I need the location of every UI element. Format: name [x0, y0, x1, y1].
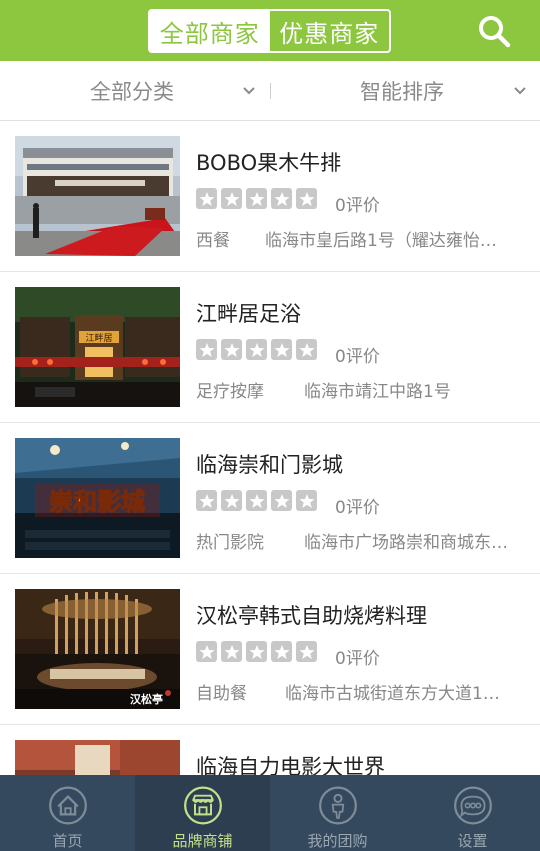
review-count: 0评价	[335, 498, 380, 518]
merchant-name: 江畔居足浴	[196, 302, 301, 326]
filter-bar: 全部分类 智能排序	[0, 61, 540, 121]
star-icon	[196, 490, 217, 511]
star-icon	[246, 490, 267, 511]
review-count: 0评价	[335, 347, 380, 367]
star-icon	[221, 490, 242, 511]
review-count: 0评价	[335, 196, 380, 216]
merchant-name: 临海崇和门影城	[196, 453, 343, 477]
list-item[interactable]: 崇和影城 临海崇和门影城 0评价 热门影院 临海市广场路崇和商城东…	[0, 423, 540, 574]
tab-home-label: 首页	[52, 832, 83, 850]
tab-settings[interactable]: 设置	[405, 775, 540, 851]
merchant-list: BOBO果木牛排 0评价 西餐 临海市皇后路1号（耀达雍怡… 江畔居 江畔居足浴…	[0, 121, 540, 851]
star-icon	[246, 188, 267, 209]
merchant-address: 临海市靖江中路1号	[304, 382, 451, 402]
tab-discount-merchants[interactable]: 优惠商家	[270, 11, 390, 51]
merchant-address: 临海市古城街道东方大道1…	[285, 684, 500, 704]
category-filter[interactable]: 全部分类	[90, 61, 174, 121]
star-icon	[221, 641, 242, 662]
tab-all-merchants[interactable]: 全部商家	[150, 11, 270, 51]
merchant-category: 自助餐	[196, 684, 247, 704]
sort-filter[interactable]: 智能排序	[360, 61, 444, 121]
review-count: 0评价	[335, 649, 380, 669]
star-icon	[221, 339, 242, 360]
sign-text: 江畔居	[85, 332, 112, 344]
merchant-photo	[15, 136, 180, 256]
merchant-address: 临海市广场路崇和商城东…	[304, 533, 508, 553]
merchant-type-switch: 全部商家 优惠商家	[148, 9, 391, 53]
rating-stars	[196, 641, 317, 662]
rating-stars	[196, 490, 317, 511]
app-screen: 全部商家 优惠商家 全部分类 智能排序 BOBO果木牛排 0评价 西餐 临海市皇…	[0, 0, 540, 851]
star-icon	[271, 490, 292, 511]
list-item[interactable]: BOBO果木牛排 0评价 西餐 临海市皇后路1号（耀达雍怡…	[0, 121, 540, 272]
star-icon	[296, 188, 317, 209]
star-icon	[196, 339, 217, 360]
rating-stars	[196, 188, 317, 209]
merchant-name: 汉松亭韩式自助烧烤料理	[196, 604, 427, 628]
star-icon	[296, 339, 317, 360]
star-icon	[221, 188, 242, 209]
chevron-down-icon	[514, 87, 526, 95]
merchant-name: BOBO果木牛排	[196, 151, 342, 175]
star-icon	[246, 339, 267, 360]
merchant-category: 热门影院	[196, 533, 264, 553]
star-icon	[271, 339, 292, 360]
tab-brand-stores-label: 品牌商铺	[172, 832, 233, 850]
category-filter-label: 全部分类	[90, 80, 174, 104]
star-icon	[271, 188, 292, 209]
merchant-category: 足疗按摩	[196, 382, 264, 402]
list-item[interactable]: 汉松亭 汉松亭韩式自助烧烤料理 0评价 自助餐 临海市古城街道东方大道1…	[0, 574, 540, 725]
star-icon	[296, 490, 317, 511]
bottom-tab-bar: 首页 品牌商铺 我的团购 设置	[0, 775, 540, 851]
sign-text: 崇和影城	[49, 488, 145, 516]
filter-divider	[270, 83, 271, 99]
tab-brand-stores[interactable]: 品牌商铺	[135, 775, 270, 851]
merchant-photo: 崇和影城	[15, 438, 180, 558]
tab-settings-label: 设置	[457, 832, 488, 850]
chevron-down-icon	[243, 87, 255, 95]
sign-text: 汉松亭	[130, 692, 163, 706]
star-icon	[246, 641, 267, 662]
star-icon	[196, 188, 217, 209]
person-icon	[318, 786, 357, 825]
list-item[interactable]: 江畔居 江畔居足浴 0评价 足疗按摩 临海市靖江中路1号	[0, 272, 540, 423]
merchant-photo: 汉松亭	[15, 589, 180, 709]
star-icon	[196, 641, 217, 662]
star-icon	[296, 641, 317, 662]
merchant-address: 临海市皇后路1号（耀达雍怡…	[265, 231, 497, 251]
tab-home[interactable]: 首页	[0, 775, 135, 851]
more-icon	[453, 786, 492, 825]
merchant-photo: 江畔居	[15, 287, 180, 407]
home-icon	[48, 786, 87, 825]
tab-my-groupbuy[interactable]: 我的团购	[270, 775, 405, 851]
storefront-icon	[183, 786, 222, 825]
star-icon	[271, 641, 292, 662]
tab-my-groupbuy-label: 我的团购	[307, 832, 368, 850]
top-bar: 全部商家 优惠商家	[0, 0, 540, 61]
search-icon[interactable]	[476, 13, 512, 49]
rating-stars	[196, 339, 317, 360]
sort-filter-label: 智能排序	[360, 80, 444, 104]
merchant-category: 西餐	[196, 231, 230, 251]
